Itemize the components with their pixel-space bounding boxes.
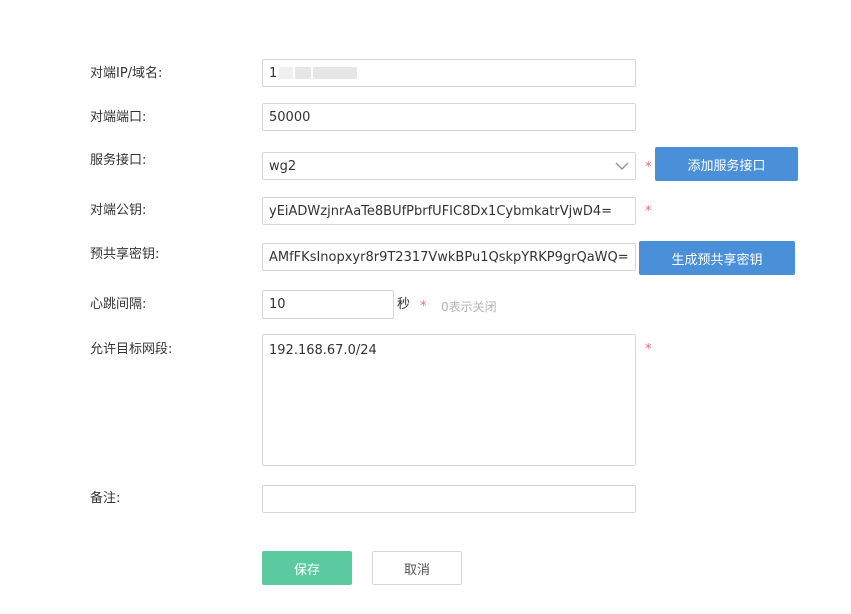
required-mark: * — [420, 299, 427, 314]
allowed-subnets-textarea[interactable]: 192.168.67.0/24 — [262, 334, 636, 466]
service-interface-select[interactable]: wg2 — [262, 152, 636, 180]
allowed-subnets-value: 192.168.67.0/24 — [269, 343, 377, 358]
required-mark: * — [645, 160, 652, 175]
remark-label: 备注: — [90, 491, 121, 506]
required-mark: * — [645, 342, 652, 357]
peer-public-key-label: 对端公钥: — [90, 203, 147, 218]
heartbeat-input[interactable]: 10 — [262, 290, 394, 319]
peer-port-value: 50000 — [269, 109, 311, 125]
peer-public-key-value: yEiADWzjnrAaTe8BUfPbrfUFIC8Dx1CybmkatrVj… — [269, 203, 613, 219]
preshared-key-label: 预共享密钥: — [90, 247, 160, 262]
heartbeat-hint: 0表示关闭 — [441, 300, 497, 314]
service-interface-value: wg2 — [269, 158, 297, 174]
remark-input[interactable] — [262, 485, 636, 513]
peer-public-key-input[interactable]: yEiADWzjnrAaTe8BUfPbrfUFIC8Dx1CybmkatrVj… — [262, 197, 636, 225]
peer-host-input[interactable]: 1 — [262, 59, 636, 87]
peer-host-value: 1 — [269, 65, 278, 81]
peer-port-label: 对端端口: — [90, 110, 147, 125]
heartbeat-label: 心跳间隔: — [90, 297, 147, 312]
redacted-block — [295, 67, 312, 79]
heartbeat-unit: 秒 — [397, 297, 411, 312]
redacted-block — [313, 67, 358, 79]
add-service-interface-button[interactable]: 添加服务接口 — [655, 147, 798, 181]
preshared-key-input[interactable]: AMfFKsInopxyr8r9T2317VwkBPu1QskpYRKP9grQ… — [262, 243, 636, 271]
service-interface-label: 服务接口: — [90, 153, 147, 168]
peer-port-input[interactable]: 50000 — [262, 103, 636, 131]
heartbeat-value: 10 — [269, 297, 286, 312]
generate-preshared-key-button[interactable]: 生成预共享密钥 — [639, 241, 795, 275]
allowed-subnets-label: 允许目标网段: — [90, 342, 173, 357]
chevron-down-icon — [615, 162, 629, 171]
cancel-button[interactable]: 取消 — [372, 551, 462, 585]
redacted-block — [279, 67, 294, 79]
required-mark: * — [645, 204, 652, 219]
save-button[interactable]: 保存 — [262, 551, 352, 585]
preshared-key-value: AMfFKsInopxyr8r9T2317VwkBPu1QskpYRKP9grQ… — [269, 249, 629, 265]
peer-host-label: 对端IP/域名: — [90, 66, 163, 81]
